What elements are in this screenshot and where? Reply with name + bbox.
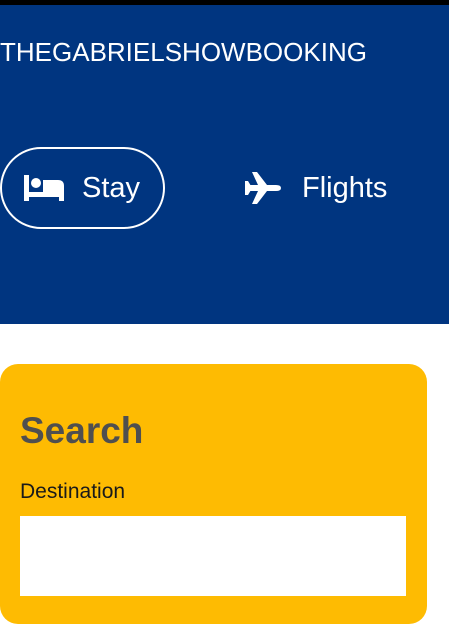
destination-input[interactable] [20,516,406,596]
site-logo-text[interactable]: THEGABRIELSHOWBOOKING [0,37,367,68]
search-title: Search [20,410,144,451]
bed-icon [22,168,66,208]
nav-tab-flights[interactable]: Flights [243,147,387,229]
nav-tab-stay[interactable]: Stay [0,147,165,229]
search-card: Search Destination [0,364,427,624]
nav-tab-stay-label: Stay [82,171,141,204]
nav-tab-flights-label: Flights [302,171,388,204]
site-header: THEGABRIELSHOWBOOKING Stay Flights [0,5,449,324]
airplane-icon [243,168,283,208]
destination-label: Destination [20,480,126,503]
